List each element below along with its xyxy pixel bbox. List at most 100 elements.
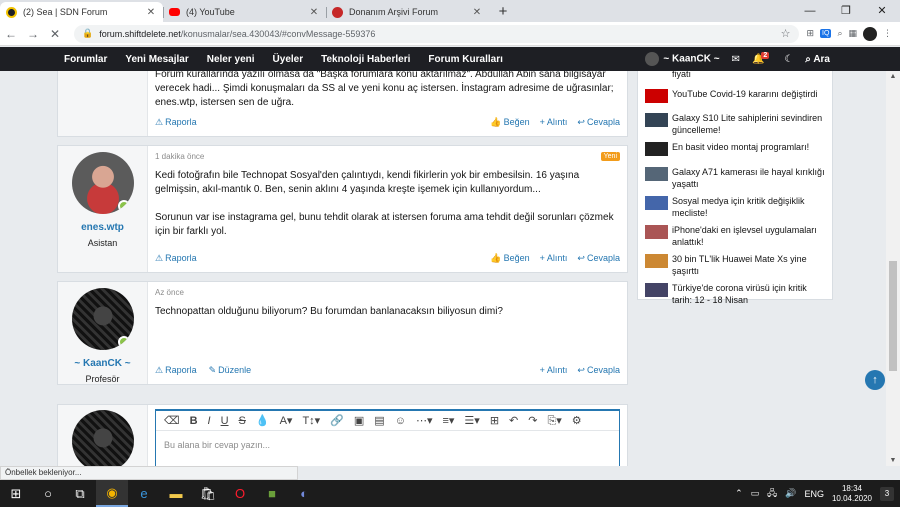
page-scrollbar[interactable]: ▲ ▼ <box>886 71 900 466</box>
post-date[interactable]: 1 dakika önce <box>155 152 620 161</box>
news-item[interactable]: En basit video montaj programları! <box>645 141 825 156</box>
nav-forumlar[interactable]: Forumlar <box>55 54 116 65</box>
edge-icon[interactable]: e <box>128 480 160 507</box>
scroll-to-top-button[interactable]: ↑ <box>865 370 885 390</box>
undo-icon[interactable]: ↶ <box>509 414 518 427</box>
quote-button[interactable]: + Alıntı <box>540 117 568 128</box>
news-item[interactable]: Galaxy A71 kamerası ile hayal kırıklığı … <box>645 166 825 190</box>
news-item[interactable]: 30 bin TL'lik Huawei Mate Xs yine şaşırt… <box>645 253 825 277</box>
report-link[interactable]: ⚠ Raporla <box>155 117 197 128</box>
like-button[interactable]: 👍 Beğen <box>490 253 529 264</box>
media-icon[interactable]: ▤ <box>374 414 384 427</box>
avatar[interactable] <box>71 152 134 214</box>
search-button[interactable]: ⌕ Ara <box>805 54 830 65</box>
back-icon[interactable]: ← <box>0 27 22 41</box>
close-window-icon[interactable]: ✕ <box>864 0 900 22</box>
post-date[interactable]: Az önce <box>155 288 620 297</box>
alerts-icon[interactable]: 🔔2 <box>752 51 772 65</box>
dark-mode-icon[interactable]: ☾ <box>784 54 793 65</box>
scroll-up-icon[interactable]: ▲ <box>886 73 900 80</box>
link-icon[interactable]: 🔗 <box>330 414 344 427</box>
nav-forum-kurallari[interactable]: Forum Kuralları <box>419 54 511 65</box>
avatar[interactable] <box>71 288 134 350</box>
bookmark-star-icon[interactable]: ☆ <box>781 27 791 40</box>
font-size-icon[interactable]: T↕▾ <box>302 414 320 427</box>
browser-tab[interactable]: Donanım Arşivi Forum ✕ <box>326 2 489 22</box>
reload-icon[interactable]: ✕ <box>44 27 66 41</box>
news-item[interactable]: YouTube Covid-19 kararını değiştirdi <box>645 88 825 103</box>
bold-icon[interactable]: B <box>190 415 198 427</box>
like-button[interactable]: 👍 Beğen <box>490 117 529 128</box>
chrome-icon[interactable]: ◉ <box>96 480 128 507</box>
redo-icon[interactable]: ↷ <box>528 414 537 427</box>
underline-icon[interactable]: U <box>221 415 229 427</box>
browser-tab[interactable]: (2) Sea | SDN Forum ✕ <box>0 2 163 22</box>
post-username[interactable]: ~ KaanCK ~ <box>74 358 130 369</box>
quote-button[interactable]: + Alıntı <box>540 365 568 376</box>
maximize-icon[interactable]: ❐ <box>828 0 864 22</box>
nav-yeni-mesajlar[interactable]: Yeni Mesajlar <box>116 54 197 65</box>
edit-link[interactable]: ✎ Düzenle <box>209 365 252 376</box>
nav-teknoloji-haberleri[interactable]: Teknoloji Haberleri <box>312 54 419 65</box>
tab-close-icon[interactable]: ✕ <box>471 7 483 18</box>
reply-button[interactable]: ↩ Cevapla <box>577 253 620 264</box>
messages-icon[interactable]: ✉ <box>732 54 740 65</box>
filter-extension-icon[interactable]: ⌕ <box>837 28 842 39</box>
color-icon[interactable]: 💧 <box>256 414 270 427</box>
nav-uyeler[interactable]: Üyeler <box>264 54 313 65</box>
quote-button[interactable]: + Alıntı <box>540 253 568 264</box>
reply-input[interactable]: Bu alana bir cevap yazın... <box>156 431 619 459</box>
network-icon[interactable]: 🖧 <box>767 486 777 502</box>
menu-icon[interactable]: ⋮ <box>883 28 892 39</box>
font-family-icon[interactable]: A▾ <box>280 414 293 427</box>
store-icon[interactable]: 🛍 <box>192 480 224 507</box>
notification-center-icon[interactable]: 3 <box>880 486 894 501</box>
report-link[interactable]: ⚠ Raporla <box>155 253 197 264</box>
extension-icon[interactable]: ⊞ <box>807 28 815 39</box>
list-icon[interactable]: ☰▾ <box>464 414 479 427</box>
opera-icon[interactable]: O <box>224 480 256 507</box>
discord-icon[interactable]: ◐ <box>288 480 320 507</box>
more-icon[interactable]: ⋯▾ <box>416 414 433 427</box>
minecraft-icon[interactable]: ■ <box>256 480 288 507</box>
scroll-down-icon[interactable]: ▼ <box>886 457 900 464</box>
italic-icon[interactable]: I <box>208 415 211 427</box>
minimize-icon[interactable]: — <box>792 0 828 22</box>
align-icon[interactable]: ≡▾ <box>442 414 454 427</box>
puzzle-extension-icon[interactable]: ▦ <box>848 28 857 39</box>
tray-chevron-icon[interactable]: ⌃ <box>735 488 743 499</box>
profile-avatar[interactable] <box>863 26 877 41</box>
scrollbar-thumb[interactable] <box>889 261 897 371</box>
browser-tab[interactable]: (4) YouTube ✕ <box>163 2 326 22</box>
report-link[interactable]: ⚠ Raporla <box>155 365 197 376</box>
windows-start-icon[interactable]: ⊞ <box>0 480 32 507</box>
reply-button[interactable]: ↩ Cevapla <box>577 117 620 128</box>
tab-close-icon[interactable]: ✕ <box>308 7 320 18</box>
eraser-icon[interactable]: ⌫ <box>164 414 180 427</box>
tab-close-icon[interactable]: ✕ <box>145 7 157 18</box>
news-item[interactable]: Galaxy S10 Lite sahiplerini sevindiren g… <box>645 112 825 136</box>
table-icon[interactable]: ⊞ <box>490 414 499 427</box>
search-icon[interactable]: ○ <box>32 480 64 507</box>
volume-icon[interactable]: 🔊 <box>785 488 796 499</box>
post-username[interactable]: enes.wtp <box>81 222 124 233</box>
strikethrough-icon[interactable]: S <box>239 415 246 427</box>
task-view-icon[interactable]: ⧉ <box>64 480 96 507</box>
smiley-icon[interactable]: ☺ <box>395 415 406 427</box>
settings-gear-icon[interactable]: ⚙ <box>572 414 582 427</box>
forward-icon[interactable]: → <box>22 27 44 41</box>
news-item[interactable]: Türkiye'de corona virüsü için kritik tar… <box>645 282 825 306</box>
monitor-icon[interactable]: ▭ <box>751 488 760 499</box>
reply-button[interactable]: ↩ Cevapla <box>577 365 620 376</box>
news-item[interactable]: Sosyal medya için kritik değişiklik mecl… <box>645 195 825 219</box>
news-item[interactable]: fiyatı <box>645 71 825 83</box>
new-tab-button[interactable]: + <box>493 3 513 22</box>
iq-extension-icon[interactable]: IQ <box>820 29 832 38</box>
news-item[interactable]: iPhone'daki en işlevsel uygulamaları anl… <box>645 224 825 248</box>
preview-icon[interactable]: ⎘▾ <box>547 414 561 428</box>
file-explorer-icon[interactable]: ▬ <box>160 480 192 507</box>
image-icon[interactable]: ▣ <box>354 414 364 427</box>
nav-neler-yeni[interactable]: Neler yeni <box>198 54 264 65</box>
language-icon[interactable]: ENG <box>804 489 824 499</box>
account-menu[interactable]: ~ KaanCK ~ <box>645 52 720 66</box>
